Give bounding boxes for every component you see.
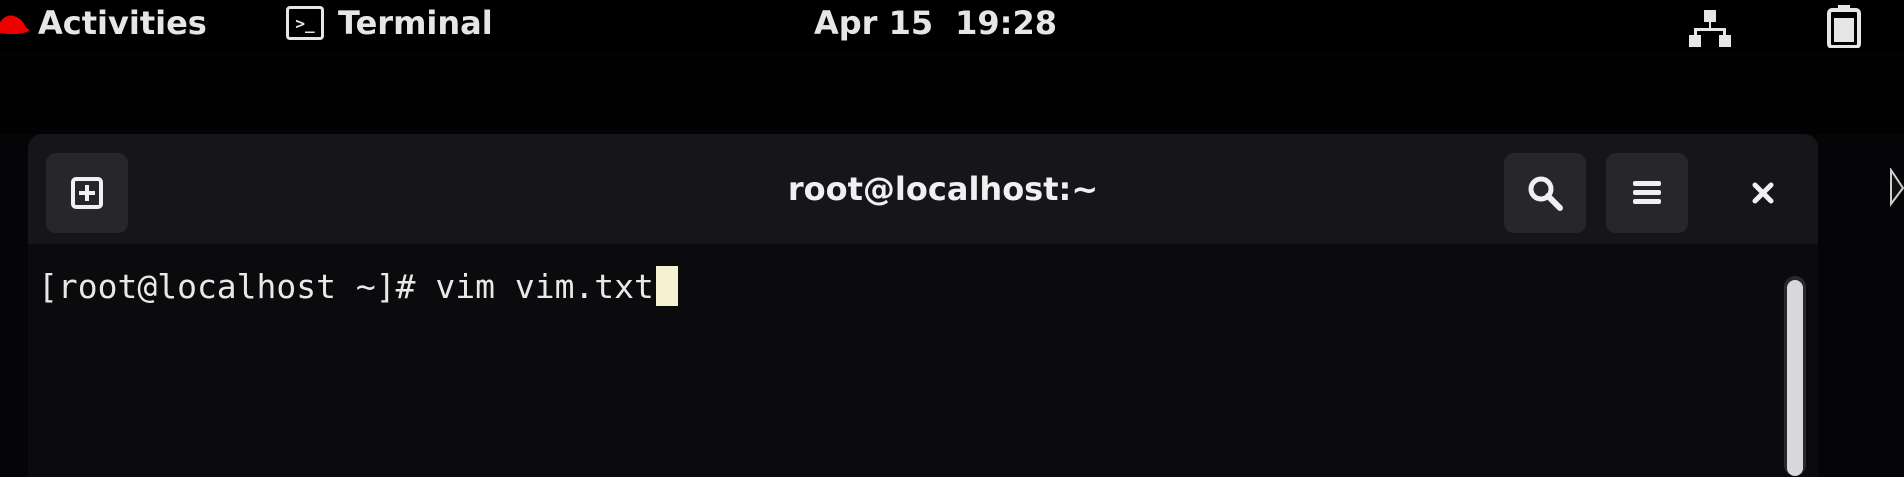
scrollbar-thumb[interactable]	[1787, 280, 1803, 476]
typed-command: vim vim.txt	[435, 266, 654, 306]
clock[interactable]: Apr 15 19:28	[814, 4, 1057, 42]
desktop-background	[0, 52, 1904, 134]
window-headerbar[interactable]: root@localhost:~	[28, 134, 1818, 244]
network-icon[interactable]	[1688, 8, 1732, 48]
clock-time: 19:28	[955, 4, 1057, 42]
top-bar: Activities >_ Terminal Apr 15 19:28	[0, 0, 1904, 52]
terminal-window: root@localhost:~ [root@localhost ~]# vim…	[28, 134, 1818, 477]
mouse-pointer-icon	[1890, 168, 1904, 207]
shell-prompt: [root@localhost ~]#	[38, 266, 436, 306]
hamburger-menu-icon	[1633, 181, 1661, 204]
redhat-logo-icon	[0, 15, 29, 34]
close-icon	[1752, 182, 1774, 204]
search-button[interactable]	[1504, 153, 1586, 233]
activities-button[interactable]: Activities	[0, 4, 207, 42]
terminal-output[interactable]: [root@localhost ~]# vim vim.txt	[28, 244, 1818, 477]
close-button[interactable]	[1738, 168, 1788, 218]
command-line: [root@localhost ~]# vim vim.txt	[38, 266, 678, 306]
activities-label: Activities	[38, 4, 207, 42]
terminal-app-icon: >_	[286, 6, 324, 40]
app-menu[interactable]: >_ Terminal	[286, 4, 493, 42]
scrollbar[interactable]	[1784, 276, 1806, 476]
clock-date: Apr 15	[814, 4, 934, 42]
search-icon	[1528, 176, 1563, 211]
app-name: Terminal	[338, 4, 493, 42]
battery-icon[interactable]	[1826, 4, 1862, 48]
menu-button[interactable]	[1606, 153, 1688, 233]
text-cursor	[655, 266, 678, 306]
